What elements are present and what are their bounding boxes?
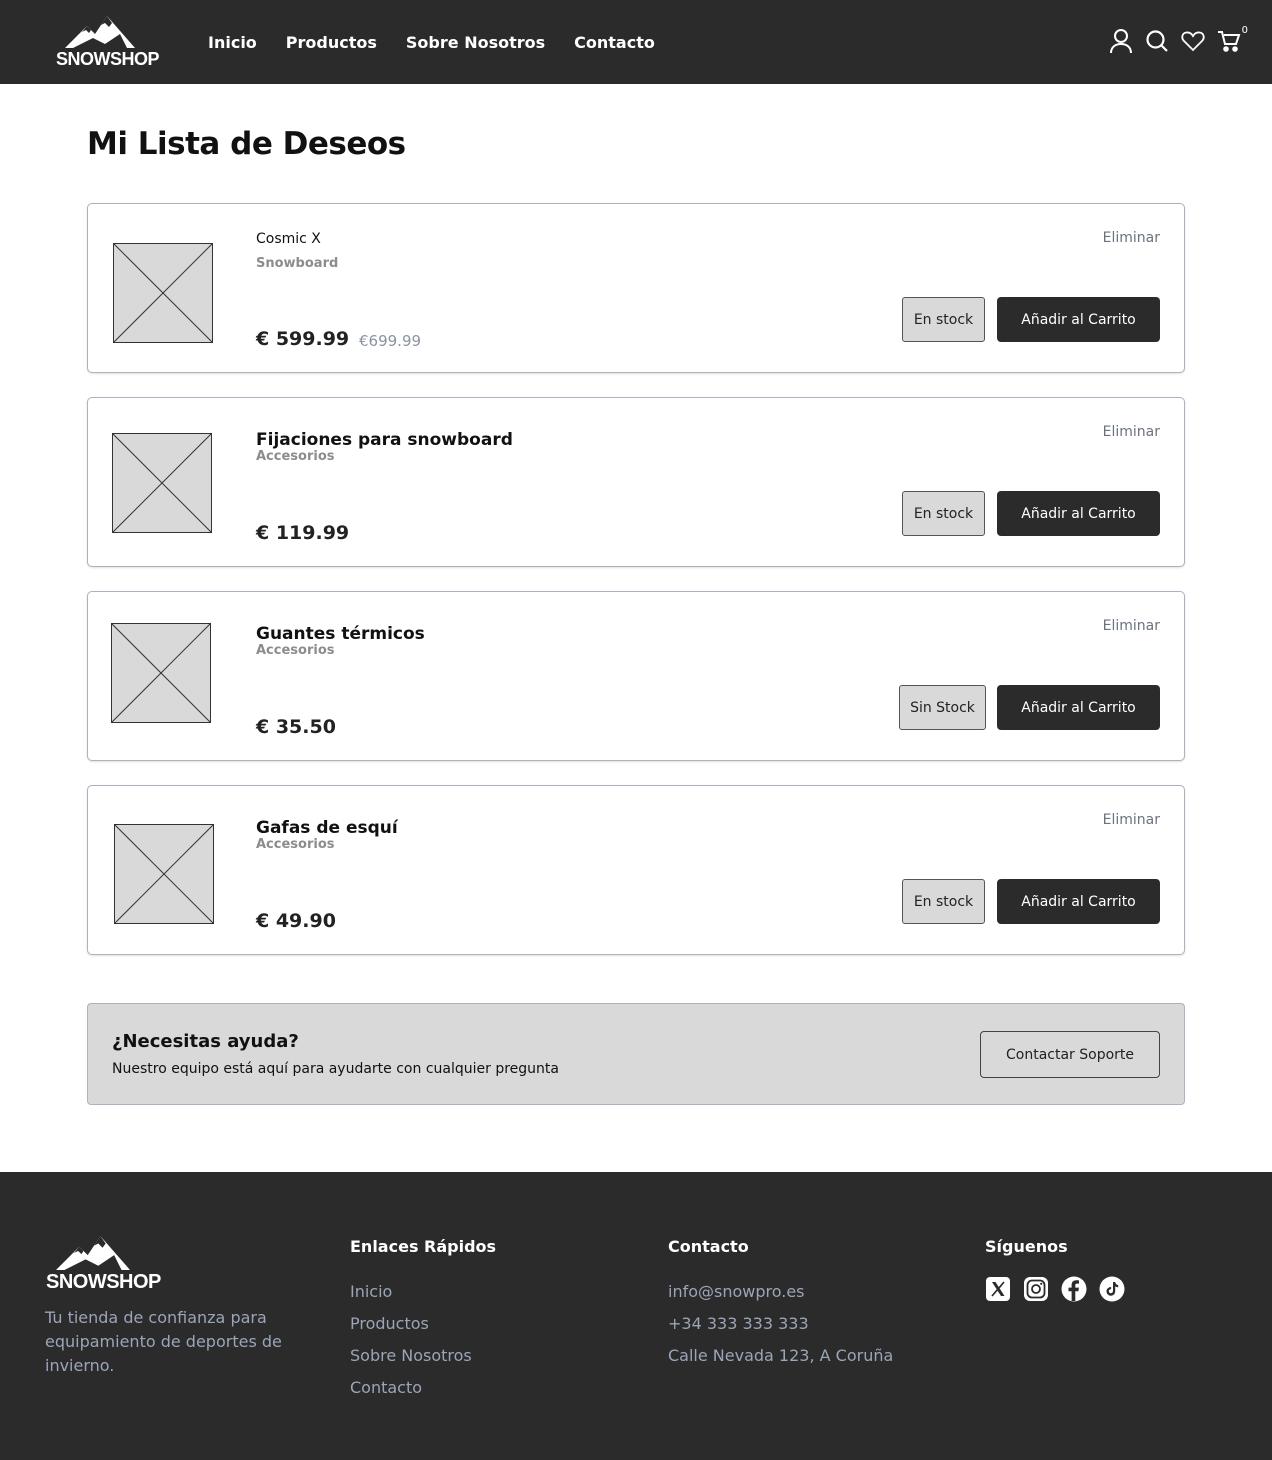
- product-price: € 35.50: [256, 716, 336, 738]
- facebook-icon[interactable]: [1061, 1276, 1087, 1302]
- product-old-price: €699.99: [359, 332, 422, 350]
- footer-link-sobre-nosotros[interactable]: Sobre Nosotros: [350, 1340, 496, 1372]
- product-name: Gafas de esquí: [256, 818, 398, 838]
- footer-link-productos[interactable]: Productos: [350, 1308, 496, 1340]
- logo[interactable]: SNOWSHOP: [56, 14, 160, 70]
- social-icons: [985, 1276, 1137, 1302]
- cart-icon[interactable]: 0: [1216, 25, 1248, 54]
- nav-sobre-nosotros[interactable]: Sobre Nosotros: [406, 33, 545, 52]
- nav-contacto[interactable]: Contacto: [574, 33, 655, 52]
- remove-button[interactable]: Eliminar: [1103, 618, 1160, 634]
- wishlist-item: Gafas de esquí Accesorios € 49.90 Elimin…: [87, 785, 1185, 955]
- product-category: Accesorios: [256, 643, 335, 658]
- stock-badge: En stock: [902, 491, 985, 536]
- stock-badge: En stock: [902, 297, 985, 342]
- product-image-placeholder: [112, 433, 212, 533]
- wishlist-item: Fijaciones para snowboard Accesorios € 1…: [87, 397, 1185, 567]
- header-actions: 0: [1098, 25, 1248, 56]
- tiktok-icon[interactable]: [1099, 1276, 1125, 1302]
- mountain-icon: [65, 16, 135, 48]
- quick-links: Enlaces Rápidos Inicio Productos Sobre N…: [350, 1237, 496, 1404]
- help-title: ¿Necesitas ayuda?: [112, 1031, 299, 1052]
- contact-address: Calle Nevada 123, A Coruña: [668, 1346, 894, 1365]
- wishlist-item: Cosmic X Snowboard € 599.99 €699.99 Elim…: [87, 203, 1185, 373]
- remove-button[interactable]: Eliminar: [1103, 424, 1160, 440]
- social-title: Síguenos: [985, 1237, 1068, 1256]
- footer-contact: Contacto info@snowpro.es +34 333 333 333…: [668, 1237, 893, 1372]
- x-icon[interactable]: [985, 1276, 1011, 1302]
- add-to-cart-button[interactable]: Añadir al Carrito: [997, 297, 1160, 342]
- site-header: SNOWSHOP Inicio Productos Sobre Nosotros…: [0, 0, 1272, 84]
- footer-logo[interactable]: SNOWSHOP: [44, 1234, 161, 1294]
- add-to-cart-button[interactable]: Añadir al Carrito: [997, 685, 1160, 730]
- footer-tagline: Tu tienda de confianza para equipamiento…: [45, 1308, 282, 1375]
- product-price: € 119.99: [256, 522, 350, 544]
- search-icon[interactable]: [1144, 28, 1170, 54]
- add-to-cart-button[interactable]: Añadir al Carrito: [997, 491, 1160, 536]
- product-name: Cosmic X: [256, 231, 321, 247]
- cart-count-badge: 0: [1241, 25, 1248, 36]
- product-image-placeholder: [111, 623, 211, 723]
- product-category: Accesorios: [256, 837, 335, 852]
- quick-links-title: Enlaces Rápidos: [350, 1237, 497, 1256]
- mountain-icon: [56, 1236, 130, 1270]
- site-footer: SNOWSHOP Tu tienda de confianza para equ…: [0, 1172, 1272, 1460]
- product-image-placeholder: [113, 243, 213, 343]
- logo-text: SNOWSHOP: [46, 1271, 161, 1293]
- product-name: Guantes térmicos: [256, 624, 425, 644]
- user-icon[interactable]: [1108, 28, 1134, 54]
- nav-productos[interactable]: Productos: [286, 33, 377, 52]
- wishlist-item: Guantes térmicos Accesorios € 35.50 Elim…: [87, 591, 1185, 761]
- contact-email[interactable]: info@snowpro.es: [668, 1276, 893, 1308]
- main-nav: Inicio Productos Sobre Nosotros Contacto: [208, 0, 684, 84]
- heart-icon[interactable]: [1180, 28, 1206, 54]
- product-name: Fijaciones para snowboard: [256, 430, 513, 450]
- contact-support-button[interactable]: Contactar Soporte: [980, 1031, 1160, 1078]
- product-price: € 49.90: [256, 910, 336, 932]
- product-category: Accesorios: [256, 449, 335, 464]
- remove-button[interactable]: Eliminar: [1103, 812, 1160, 828]
- product-price: € 599.99: [256, 328, 350, 350]
- help-text: Nuestro equipo está aquí para ayudarte c…: [112, 1061, 559, 1077]
- nav-inicio[interactable]: Inicio: [208, 33, 257, 52]
- footer-link-contacto[interactable]: Contacto: [350, 1372, 496, 1404]
- contact-title: Contacto: [668, 1237, 749, 1256]
- contact-phone[interactable]: +34 333 333 333: [668, 1308, 893, 1340]
- footer-social: Síguenos: [985, 1237, 1137, 1302]
- footer-link-inicio[interactable]: Inicio: [350, 1276, 496, 1308]
- page-title: Mi Lista de Deseos: [87, 126, 406, 162]
- stock-badge: En stock: [902, 879, 985, 924]
- instagram-icon[interactable]: [1023, 1276, 1049, 1302]
- add-to-cart-button[interactable]: Añadir al Carrito: [997, 879, 1160, 924]
- product-image-placeholder: [114, 824, 214, 924]
- logo-text: SNOWSHOP: [56, 49, 160, 69]
- help-panel: ¿Necesitas ayuda? Nuestro equipo está aq…: [87, 1003, 1185, 1105]
- product-category: Snowboard: [256, 256, 339, 271]
- remove-button[interactable]: Eliminar: [1103, 230, 1160, 246]
- stock-badge: Sin Stock: [899, 685, 986, 730]
